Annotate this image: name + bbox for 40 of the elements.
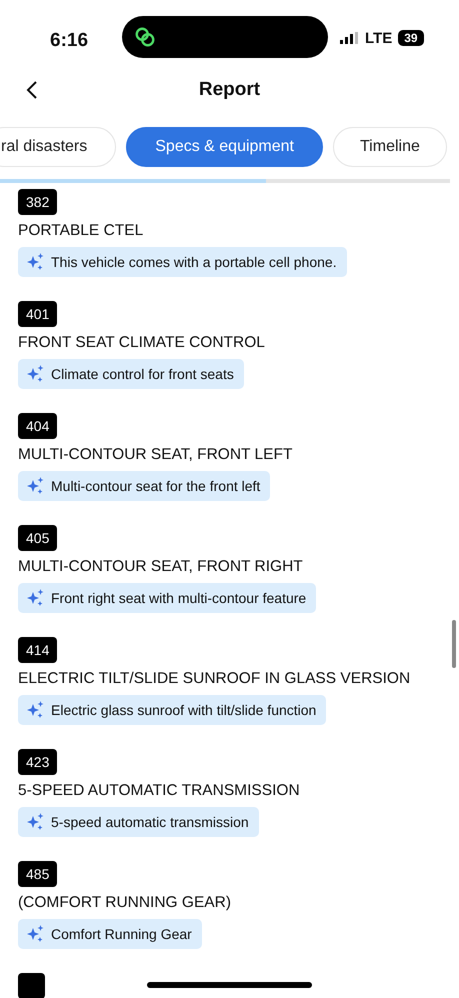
option-code: 382 xyxy=(18,189,58,215)
option-code: 404 xyxy=(18,413,58,439)
sparkle-icon xyxy=(27,253,45,271)
sparkle-icon xyxy=(27,365,45,383)
option-code: 485 xyxy=(18,861,58,887)
summary-text: Climate control for front seats xyxy=(51,366,234,382)
option-title: MULTI-CONTOUR SEAT, FRONT LEFT xyxy=(18,445,292,465)
sparkle-icon xyxy=(27,813,45,831)
option-code: 423 xyxy=(18,749,58,775)
option-title: (COMFORT RUNNING GEAR) xyxy=(18,893,231,913)
summary-text: Multi-contour seat for the front left xyxy=(51,478,260,494)
page-title: Report xyxy=(198,79,260,101)
linked-rings-icon xyxy=(134,26,156,48)
status-time: 6:16 xyxy=(50,30,90,52)
option-title: PORTABLE CTEL xyxy=(18,221,144,241)
summary-text: This vehicle comes with a portable cell phone. xyxy=(51,254,337,270)
sparkle-icon xyxy=(27,701,45,719)
network-label: LTE xyxy=(365,30,392,46)
option-code-badge xyxy=(18,973,45,998)
sparkle-icon xyxy=(27,477,45,495)
option-title: ELECTRIC TILT/SLIDE SUNROOF IN GLASS VERSION xyxy=(18,669,410,689)
tab[interactable]: ral disasters xyxy=(0,127,116,167)
sparkle-icon xyxy=(27,589,45,607)
battery-indicator: 39 xyxy=(398,30,424,46)
option-title: MULTI-CONTOUR SEAT, FRONT RIGHT xyxy=(18,557,303,577)
scrollbar xyxy=(452,620,456,668)
tab[interactable]: Timeline xyxy=(333,127,447,167)
summary-text: Comfort Running Gear xyxy=(51,926,192,942)
option-code: 414 xyxy=(18,637,58,663)
option-title: FRONT SEAT CLIMATE CONTROL xyxy=(18,333,265,353)
summary-text: Electric glass sunroof with tilt/slide function xyxy=(51,702,316,718)
summary-text: 5-speed automatic transmission xyxy=(51,814,249,830)
signal-icon xyxy=(340,32,359,44)
option-code: 401 xyxy=(18,301,58,327)
option-title: 5-SPEED AUTOMATIC TRANSMISSION xyxy=(18,781,300,801)
summary-text: Front right seat with multi-contour feature xyxy=(51,590,306,606)
option-code: 405 xyxy=(18,525,58,551)
sparkle-icon xyxy=(27,925,45,943)
tab[interactable]: Specs & equipment xyxy=(126,127,323,167)
back-icon[interactable] xyxy=(26,80,38,100)
